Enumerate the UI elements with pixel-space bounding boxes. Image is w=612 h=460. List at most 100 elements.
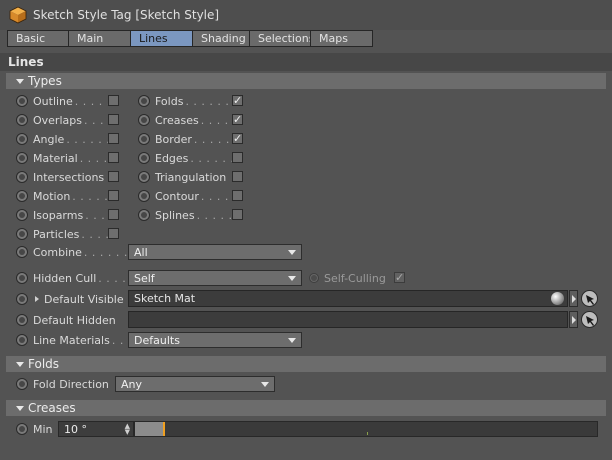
animation-radio-icon[interactable]: [16, 228, 28, 240]
animation-radio-icon[interactable]: [16, 272, 28, 284]
pick-arrow-icon: [586, 295, 594, 305]
animation-radio-icon[interactable]: [16, 133, 28, 145]
type-label-particles: Particles: [33, 227, 80, 241]
tab-lines[interactable]: Lines: [130, 30, 193, 47]
tab-basic[interactable]: Basic: [7, 30, 69, 47]
type-row-contour: Contour. . . . .: [138, 187, 237, 205]
combine-row: Combine . . . . . . . .: [16, 243, 144, 261]
type-row-motion: Motion. . . . .: [16, 187, 108, 205]
group-types-header[interactable]: Types: [6, 73, 606, 89]
group-creases-header[interactable]: Creases: [6, 400, 606, 416]
default-hidden-menu-button[interactable]: [569, 311, 578, 328]
line-materials-dropdown[interactable]: Defaults: [128, 332, 302, 348]
default-visible-label: Default Visible: [44, 292, 124, 306]
type-row-border: Border. . . . . .: [138, 130, 238, 148]
tab-shading[interactable]: Shading: [192, 30, 250, 47]
type-label-overlaps: Overlaps: [33, 113, 82, 127]
type-checkbox-folds[interactable]: ✓: [232, 95, 243, 106]
tab-main[interactable]: Main: [68, 30, 131, 47]
type-label-motion: Motion: [33, 189, 71, 203]
type-checkbox-triangulation[interactable]: [232, 171, 243, 182]
default-visible-row: Default Visible: [16, 290, 124, 308]
tab-maps[interactable]: Maps: [310, 30, 373, 47]
animation-radio-icon[interactable]: [16, 334, 28, 346]
animation-radio-icon[interactable]: [16, 314, 28, 326]
dropdown-arrow-icon: [288, 338, 296, 343]
type-label-border: Border: [155, 132, 192, 146]
min-label: Min: [33, 422, 53, 436]
animation-radio-icon[interactable]: [16, 152, 28, 164]
type-checkbox-angle[interactable]: [108, 133, 119, 144]
line-materials-label: Line Materials: [33, 333, 110, 347]
default-hidden-row: Default Hidden: [16, 311, 116, 329]
type-label-outline: Outline: [33, 94, 73, 108]
animation-radio-icon[interactable]: [16, 209, 28, 221]
tab-selections[interactable]: Selections: [249, 30, 314, 47]
animation-radio-icon[interactable]: [16, 95, 28, 107]
default-visible-field[interactable]: Sketch Mat: [128, 290, 568, 307]
type-checkbox-creases[interactable]: ✓: [232, 114, 243, 125]
type-row-creases: Creases. . . . .: [138, 111, 237, 129]
collapse-triangle-icon: [16, 361, 24, 367]
type-checkbox-intersections[interactable]: [108, 171, 119, 182]
animation-radio-icon[interactable]: [138, 209, 150, 221]
animation-radio-icon[interactable]: [138, 114, 150, 126]
animation-radio-icon[interactable]: [138, 171, 150, 183]
type-row-triangulation: Triangulation: [138, 168, 228, 186]
type-checkbox-isoparms[interactable]: [108, 209, 119, 220]
type-label-folds: Folds: [155, 94, 184, 108]
default-hidden-field[interactable]: [128, 311, 568, 328]
group-types-title: Types: [28, 74, 62, 88]
animation-radio-icon[interactable]: [16, 293, 28, 305]
animation-radio-icon[interactable]: [16, 171, 28, 183]
type-checkbox-edges[interactable]: [232, 152, 243, 163]
type-row-intersections: Intersections: [16, 168, 106, 186]
type-checkbox-contour[interactable]: [232, 190, 243, 201]
animation-radio-icon[interactable]: [138, 133, 150, 145]
type-checkbox-splines[interactable]: [232, 209, 243, 220]
default-visible-picker[interactable]: [581, 290, 598, 307]
self-culling-checkbox[interactable]: ✓: [394, 272, 405, 283]
min-slider-knob[interactable]: [163, 422, 165, 436]
fold-direction-dropdown[interactable]: Any: [115, 376, 275, 392]
type-row-folds: Folds. . . . . . .: [138, 92, 237, 110]
title-bar: Sketch Style Tag [Sketch Style]: [0, 0, 612, 30]
animation-radio-icon[interactable]: [138, 152, 150, 164]
type-row-particles: Particles. . . .: [16, 225, 109, 243]
type-label-contour: Contour: [155, 189, 199, 203]
animation-radio-icon[interactable]: [16, 190, 28, 202]
animation-radio-icon[interactable]: [138, 190, 150, 202]
min-row: Min: [16, 420, 53, 438]
animation-radio-icon[interactable]: [16, 378, 28, 390]
hidden-cull-dropdown[interactable]: Self: [128, 270, 302, 286]
type-label-intersections: Intersections: [33, 170, 105, 184]
type-label-splines: Splines: [155, 208, 195, 222]
default-visible-menu-button[interactable]: [569, 290, 578, 307]
animation-radio-icon[interactable]: [16, 246, 28, 258]
type-checkbox-motion[interactable]: [108, 190, 119, 201]
default-hidden-picker[interactable]: [581, 311, 598, 328]
spin-arrows-icon[interactable]: ▲ ▼: [125, 423, 130, 436]
animation-radio-icon[interactable]: [138, 95, 150, 107]
dropdown-arrow-icon: [261, 382, 269, 387]
hidden-cull-label: Hidden Cull: [33, 271, 97, 285]
animation-radio-icon[interactable]: [309, 273, 319, 283]
tag-cube-icon: [9, 6, 27, 24]
tab-bar: Basic Main Lines Shading Selections Maps: [7, 30, 373, 47]
type-checkbox-particles[interactable]: [108, 228, 119, 239]
fold-direction-label: Fold Direction: [33, 377, 109, 391]
type-checkbox-outline[interactable]: [108, 95, 119, 106]
type-checkbox-border[interactable]: ✓: [232, 133, 243, 144]
expand-triangle-icon[interactable]: [35, 296, 39, 302]
type-checkbox-material[interactable]: [108, 152, 119, 163]
min-slider[interactable]: [134, 421, 598, 437]
window-title: Sketch Style Tag [Sketch Style]: [33, 8, 220, 22]
min-value-field[interactable]: 10 ° ▲ ▼: [58, 421, 134, 437]
group-folds-header[interactable]: Folds: [6, 356, 606, 372]
combine-dropdown[interactable]: All: [128, 244, 302, 260]
animation-radio-icon[interactable]: [16, 114, 28, 126]
type-label-creases: Creases: [155, 113, 199, 127]
type-row-outline: Outline. . . . .: [16, 92, 111, 110]
type-checkbox-overlaps[interactable]: [108, 114, 119, 125]
animation-radio-icon[interactable]: [16, 423, 28, 435]
